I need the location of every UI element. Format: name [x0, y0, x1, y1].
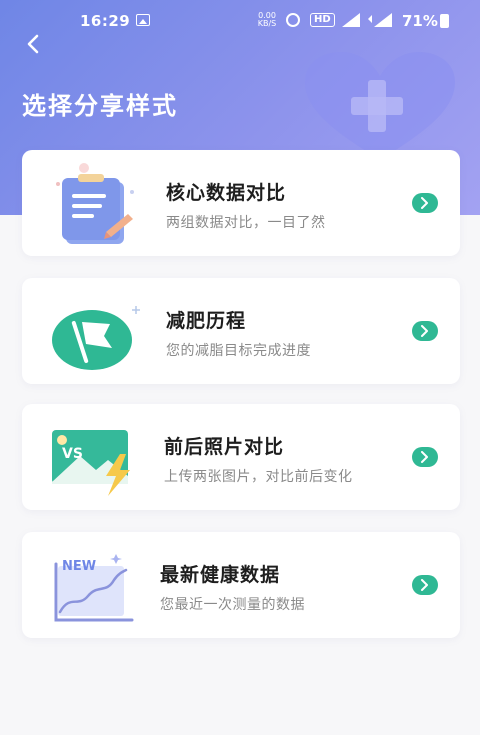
network-speed-unit: KB/S	[257, 19, 277, 28]
card-before-after-photos[interactable]: VS 前后照片对比 上传两张图片，对比前后变化	[22, 404, 460, 510]
flag-icon	[52, 306, 140, 370]
battery-percent: 71%	[402, 12, 438, 30]
card-title: 最新健康数据	[160, 564, 281, 586]
photo-compare-icon: VS	[52, 430, 130, 496]
battery-icon	[440, 14, 449, 28]
card-title: 核心数据对比	[166, 182, 287, 204]
chevron-right-icon	[421, 197, 428, 209]
status-time: 16:29	[80, 12, 131, 30]
card-latest-health-data[interactable]: NEW 最新健康数据 您最近一次测量的数据	[22, 532, 460, 638]
card-arrow-button[interactable]	[412, 193, 438, 213]
hd-badge: HD	[310, 13, 335, 27]
card-core-data-compare[interactable]: 核心数据对比 两组数据对比，一目了然	[22, 150, 460, 256]
chevron-right-icon	[421, 579, 428, 591]
status-bar: 16:29 0.00 KB/S HD 71%	[0, 0, 480, 40]
gallery-notification-icon	[136, 14, 150, 26]
clipboard-document-icon	[56, 163, 134, 244]
alarm-icon	[286, 13, 300, 27]
card-weight-loss-journey[interactable]: 减肥历程 您的减脂目标完成进度	[22, 278, 460, 384]
new-badge: NEW	[62, 559, 96, 574]
card-title: 减肥历程	[166, 310, 247, 332]
chevron-right-icon	[421, 325, 428, 337]
signal-icon-secondary	[368, 13, 392, 27]
signal-icon	[342, 13, 360, 27]
trend-chart-icon: NEW	[54, 554, 134, 622]
vs-badge: VS	[62, 446, 83, 462]
network-speed: 0.00 KB/S	[254, 12, 280, 28]
back-chevron-icon[interactable]	[22, 32, 46, 56]
card-title: 前后照片对比	[164, 436, 285, 458]
card-subtitle: 您最近一次测量的数据	[160, 597, 305, 613]
card-arrow-button[interactable]	[412, 321, 438, 341]
heart-medical-icon	[305, 52, 455, 160]
chevron-right-icon	[421, 451, 428, 463]
card-subtitle: 两组数据对比，一目了然	[166, 215, 326, 231]
card-subtitle: 您的减脂目标完成进度	[166, 343, 311, 359]
card-arrow-button[interactable]	[412, 575, 438, 595]
card-arrow-button[interactable]	[412, 447, 438, 467]
card-subtitle: 上传两张图片，对比前后变化	[164, 469, 353, 485]
page-title: 选择分享样式	[22, 92, 178, 120]
